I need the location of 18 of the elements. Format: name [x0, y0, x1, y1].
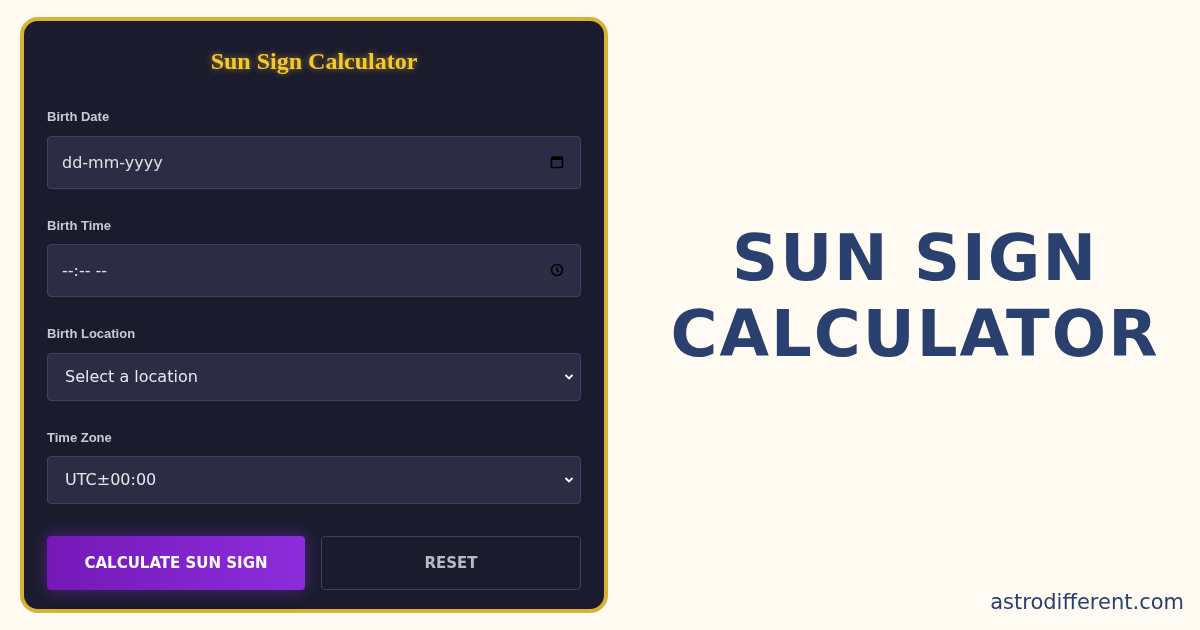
- field-label: Birth Date: [47, 108, 111, 126]
- field-label: Birth Time: [47, 216, 113, 235]
- headline: SUN SIGN: [732, 220, 1098, 297]
- reset-button[interactable]: RESET: [321, 536, 581, 590]
- input-field[interactable]: dd-mm-yyyy: [47, 135, 581, 189]
- website-url: astrodifferent.com: [990, 588, 1184, 616]
- calculate-button[interactable]: CALCULATE SUN SIGN: [47, 536, 305, 590]
- field-label: Time Zone: [47, 428, 113, 447]
- headline: CALCULATOR: [670, 296, 1160, 373]
- select-field[interactable]: Select a location: [47, 352, 581, 401]
- calendar-icon[interactable]: [550, 154, 564, 169]
- select-field[interactable]: UTC±00:00: [47, 456, 581, 504]
- input-field[interactable]: --:-- --: [47, 244, 581, 297]
- clock-icon[interactable]: [550, 263, 564, 277]
- card-title: Sun Sign Calculator: [210, 47, 418, 76]
- chevron-down-icon: [564, 476, 574, 484]
- chevron-down-icon: [564, 372, 574, 381]
- field-label: Birth Location: [47, 325, 137, 343]
